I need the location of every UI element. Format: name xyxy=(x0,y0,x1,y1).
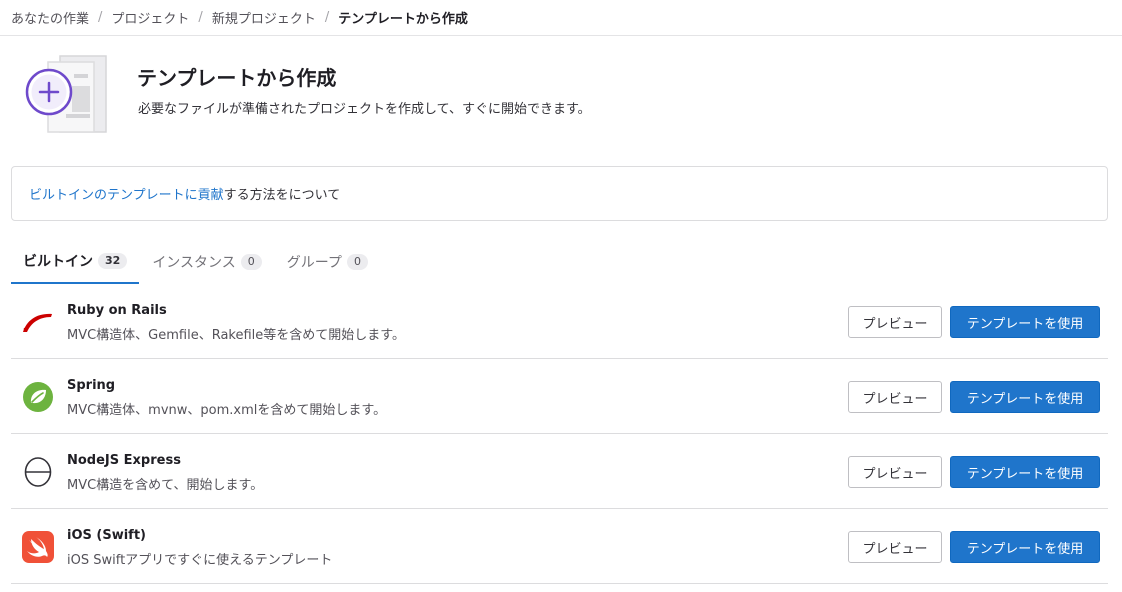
template-row-swift: iOS (Swift) iOS Swiftアプリですぐに使えるテンプレート プレ… xyxy=(11,509,1108,584)
spring-icon xyxy=(21,380,55,414)
template-description: iOS Swiftアプリですぐに使えるテンプレート xyxy=(67,553,333,568)
template-tabs: ビルトイン 32 インスタンス 0 グループ 0 xyxy=(11,240,1108,285)
count-badge: 0 xyxy=(240,254,262,270)
template-name: iOS (Swift) xyxy=(67,528,146,543)
tab-builtin[interactable]: ビルトイン 32 xyxy=(11,240,140,284)
use-template-button[interactable]: テンプレートを使用 xyxy=(950,381,1100,413)
use-template-button[interactable]: テンプレートを使用 xyxy=(950,456,1100,488)
template-description: MVC構造を含めて、開始します。 xyxy=(67,478,264,493)
contribute-templates-link[interactable]: ビルトインのテンプレートに貢献 xyxy=(29,184,224,203)
template-name: Ruby on Rails xyxy=(67,303,167,318)
page-title: テンプレートから作成 xyxy=(137,66,337,90)
count-badge: 32 xyxy=(98,253,128,269)
breadcrumb-current: テンプレートから作成 xyxy=(338,12,468,27)
tab-instance[interactable]: インスタンス 0 xyxy=(140,240,273,284)
breadcrumb-separator: / xyxy=(98,10,103,25)
breadcrumb-projects[interactable]: プロジェクト xyxy=(111,8,189,27)
contribute-info-box: ビルトインのテンプレートに貢献 する方法をについて xyxy=(11,166,1108,221)
breadcrumb-new-project[interactable]: 新規プロジェクト xyxy=(212,8,316,27)
tab-label: グループ xyxy=(286,255,342,271)
breadcrumb: あなたの作業 / プロジェクト / 新規プロジェクト / テンプレートから作成 xyxy=(0,0,1122,36)
preview-button[interactable]: プレビュー xyxy=(848,306,942,338)
rails-icon xyxy=(21,305,55,339)
tab-label: ビルトイン xyxy=(23,254,93,270)
template-row-rails: Ruby on Rails MVC構造体、Gemfile、Rakefile等を含… xyxy=(11,284,1108,359)
preview-button[interactable]: プレビュー xyxy=(848,531,942,563)
contribute-info-text: する方法をについて xyxy=(223,188,341,203)
count-badge: 0 xyxy=(346,254,368,270)
breadcrumb-your-work[interactable]: あなたの作業 xyxy=(11,8,89,27)
use-template-button[interactable]: テンプレートを使用 xyxy=(950,306,1100,338)
express-icon xyxy=(21,455,55,489)
plus-document-icon xyxy=(22,52,112,134)
template-row-spring: Spring MVC構造体、mvnw、pom.xmlを含めて開始します。 プレビ… xyxy=(11,359,1108,434)
template-row-express: NodeJS Express MVC構造を含めて、開始します。 プレビュー テン… xyxy=(11,434,1108,509)
preview-button[interactable]: プレビュー xyxy=(848,381,942,413)
preview-button[interactable]: プレビュー xyxy=(848,456,942,488)
use-template-button[interactable]: テンプレートを使用 xyxy=(950,531,1100,563)
template-description: MVC構造体、Gemfile、Rakefile等を含めて開始します。 xyxy=(67,328,405,343)
template-name: Spring xyxy=(67,378,116,393)
breadcrumb-separator: / xyxy=(324,10,330,25)
template-description: MVC構造体、mvnw、pom.xmlを含めて開始します。 xyxy=(67,403,387,418)
template-name: NodeJS Express xyxy=(67,453,181,468)
template-list: Ruby on Rails MVC構造体、Gemfile、Rakefile等を含… xyxy=(11,284,1108,584)
page-header: テンプレートから作成 必要なファイルが準備されたプロジェクトを作成して、すぐに開… xyxy=(0,36,1122,156)
page-description: 必要なファイルが準備されたプロジェクトを作成して、すぐに開始できます。 xyxy=(138,102,591,117)
swift-icon xyxy=(21,530,55,564)
tab-group[interactable]: グループ 0 xyxy=(275,240,380,284)
tab-label: インスタンス xyxy=(152,255,236,271)
breadcrumb-separator: / xyxy=(198,10,203,25)
